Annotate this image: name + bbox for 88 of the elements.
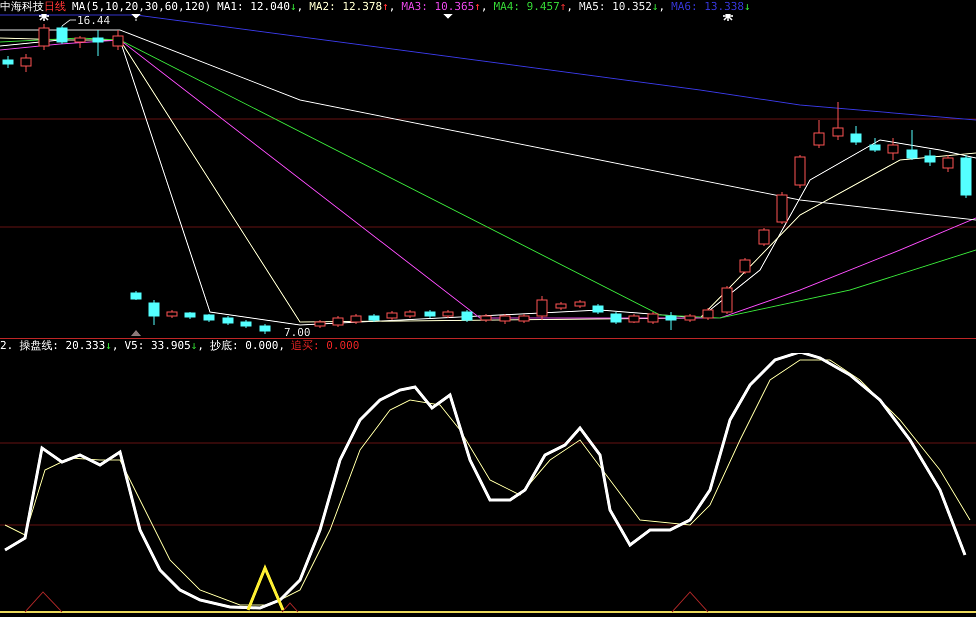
indicator-reading: 抄底: 0.000 xyxy=(210,339,278,353)
candlestick xyxy=(850,126,862,146)
candlestick xyxy=(404,310,416,318)
candlestick xyxy=(942,154,954,172)
trend-arrow: ↓ xyxy=(290,0,297,14)
candlestick xyxy=(166,310,178,318)
candlestick xyxy=(702,308,714,320)
candlestick xyxy=(38,24,50,50)
candlestick xyxy=(332,316,344,328)
indicator-reading: V5: 33.905 xyxy=(124,339,191,353)
indicator-reading: MA6: 13.338 xyxy=(671,0,744,14)
candlestick xyxy=(870,138,880,152)
candlestick xyxy=(56,26,68,44)
trend-arrow: ↓ xyxy=(744,0,751,14)
high-price-label: 16.44 xyxy=(77,15,110,27)
candlestick xyxy=(148,300,160,326)
candlestick xyxy=(442,310,454,318)
trend-arrow: ↑ xyxy=(474,0,481,14)
trend-arrow: ↓ xyxy=(190,339,198,353)
candlestick xyxy=(240,320,252,328)
star-icon xyxy=(38,14,50,22)
separator-text: , xyxy=(278,339,285,353)
candlestick xyxy=(314,320,326,328)
candlestick xyxy=(906,130,918,160)
star-icon xyxy=(722,14,734,22)
candlestick xyxy=(794,154,806,188)
candlestick xyxy=(814,120,824,148)
leader-line xyxy=(62,20,76,26)
candlestick xyxy=(112,30,124,50)
indicator-reading: MA4: 9.457 xyxy=(493,0,560,14)
indicator-reading: MA5: 10.352 xyxy=(578,0,652,14)
formula-label: MA(5,10,20,30,60,120) xyxy=(72,0,212,14)
indicator-reading: 操盘线: 20.333 xyxy=(19,339,106,353)
candlestick xyxy=(204,314,214,322)
separator-text: , xyxy=(658,0,666,14)
candlestick xyxy=(480,314,492,322)
period-label: 日线 xyxy=(44,0,66,14)
stock-name: 中海科技 xyxy=(0,0,44,14)
candlestick xyxy=(368,314,380,322)
indicator-index: 2. xyxy=(0,339,14,353)
candlestick xyxy=(424,310,436,318)
trend-arrow: ↓ xyxy=(652,0,658,14)
candlestick xyxy=(2,56,14,68)
candlestick xyxy=(776,192,788,224)
candlestick xyxy=(666,312,676,330)
candlestick xyxy=(740,258,750,274)
candlestick xyxy=(74,36,86,48)
candlestick xyxy=(536,296,548,320)
candlestick xyxy=(960,154,972,198)
indicator-reading: MA3: 10.365 xyxy=(401,0,474,14)
candlestick xyxy=(184,312,196,320)
separator-text: , xyxy=(296,0,304,14)
candlestick xyxy=(260,324,270,334)
candlestick xyxy=(610,312,622,324)
candlestick xyxy=(20,54,32,72)
trend-arrow: ↑ xyxy=(560,0,566,14)
separator-text: , xyxy=(566,0,573,14)
separator-text: , xyxy=(388,0,396,14)
candlestick xyxy=(92,30,104,56)
candlestick xyxy=(592,304,604,314)
indicator-reading: MA1: 12.040 xyxy=(217,0,290,14)
separator-text: , xyxy=(112,339,118,353)
candlestick xyxy=(500,314,510,324)
candlestick xyxy=(574,300,586,308)
candlestick xyxy=(222,316,234,326)
candlestick xyxy=(462,310,472,322)
candlestick xyxy=(924,150,936,166)
candlestick xyxy=(722,286,732,314)
indicator-reading: 追买: 0.000 xyxy=(291,339,360,353)
indicator-reading: MA2: 12.378 xyxy=(309,0,382,14)
trend-arrow: ↑ xyxy=(382,0,389,14)
separator-text: , xyxy=(197,339,204,353)
candlestick xyxy=(556,302,566,310)
spike-marker xyxy=(246,564,284,611)
candlestick xyxy=(628,314,640,324)
low-price-label: 7.00 xyxy=(284,327,310,339)
candlestick xyxy=(888,138,898,160)
candlestick xyxy=(350,314,362,324)
candlestick xyxy=(758,228,770,246)
trend-arrow: ↓ xyxy=(105,339,112,353)
candlestick xyxy=(832,102,844,140)
separator-text: , xyxy=(480,0,488,14)
candlestick xyxy=(648,312,658,324)
triangle-marker-icon xyxy=(131,330,141,336)
candlestick xyxy=(130,290,142,300)
candlestick xyxy=(386,310,398,320)
candlestick xyxy=(518,314,530,324)
candlestick xyxy=(684,314,696,322)
